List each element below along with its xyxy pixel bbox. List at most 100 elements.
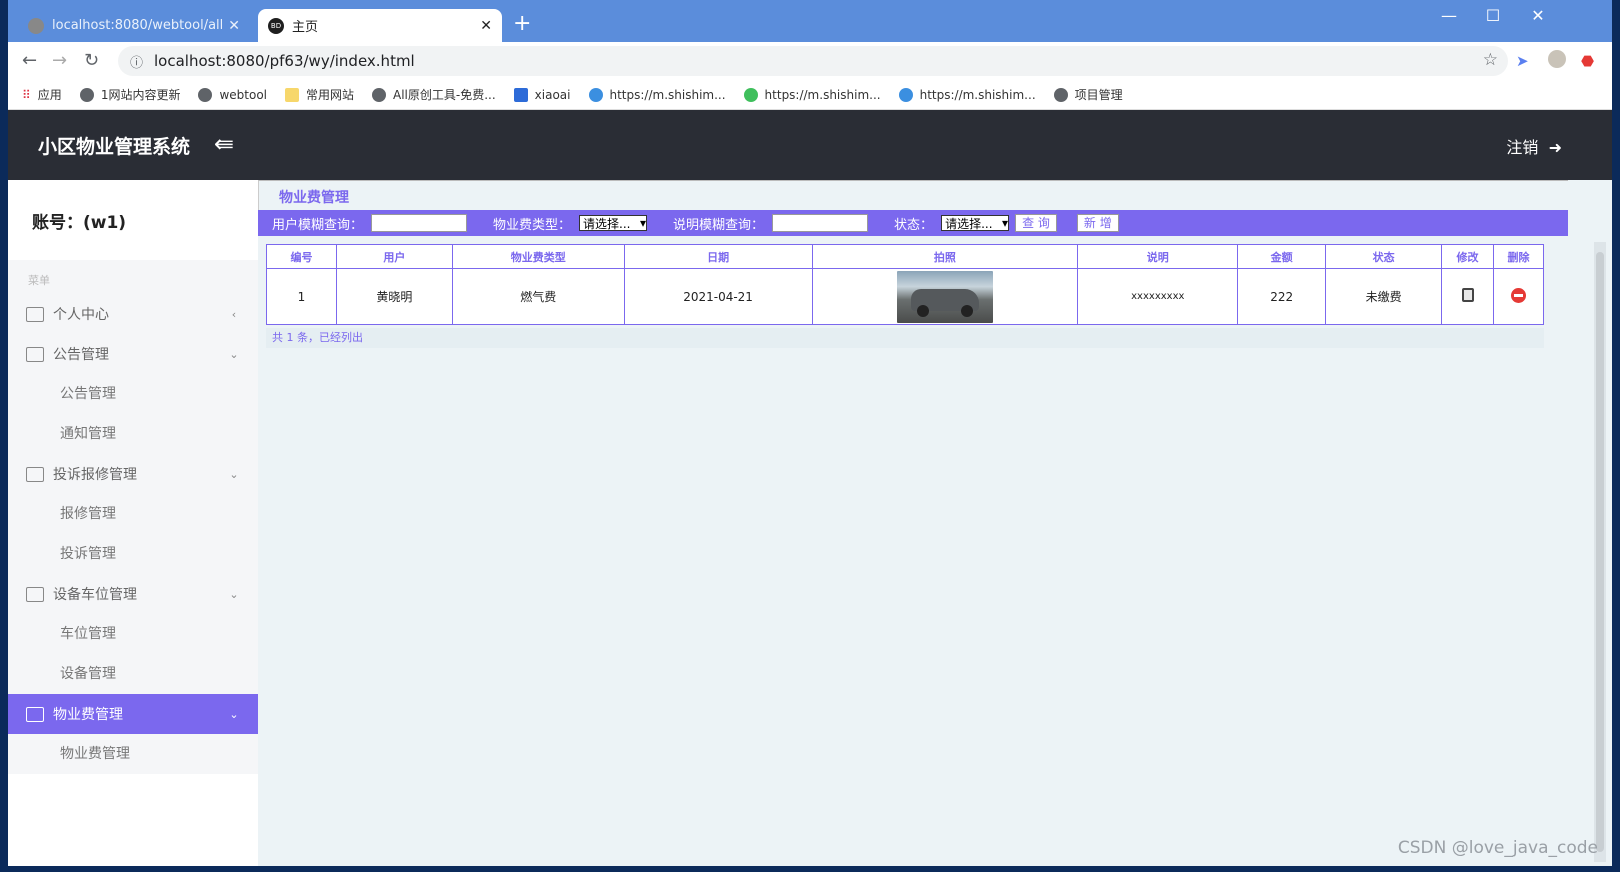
bookmark-item[interactable]: https://m.shishim... bbox=[588, 87, 726, 102]
cell-status: 未缴费 bbox=[1325, 268, 1443, 325]
sidebar-subitem-device[interactable]: 设备管理 bbox=[8, 654, 258, 694]
bookmark-item[interactable]: xiaoai bbox=[513, 87, 571, 102]
sidebar-item-label: 公告管理 bbox=[53, 347, 109, 363]
bookmark-label: https://m.shishim... bbox=[609, 87, 726, 102]
bookmark-star-icon[interactable]: ☆ bbox=[1483, 50, 1498, 70]
new-tab-button[interactable]: + bbox=[513, 11, 531, 36]
bookmark-item[interactable]: https://m.shishim... bbox=[898, 87, 1036, 102]
app-header: 小区物业管理系统 ⇚ 注销 ➜ bbox=[8, 110, 1612, 180]
sidebar-subitem-notice[interactable]: 公告管理 bbox=[8, 374, 258, 414]
chevron-down-icon: ⌄ bbox=[229, 347, 239, 361]
tab-label: localhost:8080/webtool/all/in bbox=[52, 18, 223, 33]
adblock-icon[interactable]: ⬣ bbox=[1581, 52, 1594, 70]
status-filter-label: 状态： bbox=[894, 217, 934, 233]
account-label: 账号：(w1) bbox=[32, 213, 127, 233]
sidebar-item-complaint-repair[interactable]: 投诉报修管理 ⌄ bbox=[8, 454, 258, 494]
url-bar[interactable]: ⓘ localhost:8080/pf63/wy/index.html ☆ bbox=[118, 46, 1508, 76]
cell-photo bbox=[811, 268, 1079, 325]
extension-icon[interactable]: ➤ bbox=[1516, 52, 1529, 70]
menu-caption: 菜单 bbox=[28, 274, 50, 287]
edit-icon[interactable] bbox=[1461, 288, 1474, 302]
dropdown-arrow-icon: ▾ bbox=[1002, 216, 1009, 230]
app-title: 小区物业管理系统 bbox=[38, 136, 191, 158]
col-delete: 删除 bbox=[1492, 244, 1545, 269]
add-button[interactable]: 新 增 bbox=[1076, 214, 1119, 232]
c-icon bbox=[898, 87, 913, 102]
sidebar-subitem-repair[interactable]: 报修管理 bbox=[8, 494, 258, 534]
scrollbar-thumb[interactable] bbox=[1596, 252, 1604, 852]
sidebar: 账号：(w1) 菜单 个人中心 ‹ 公告管理 ⌄ 公告管理 通知管理 投诉报修管… bbox=[8, 180, 258, 866]
bookmark-folder[interactable]: 常用网站 bbox=[285, 86, 354, 103]
fee-type-select[interactable]: 请选择... ▾ bbox=[579, 215, 648, 231]
menu-toggle-icon[interactable]: ⇚ bbox=[214, 130, 234, 158]
bookmark-label: All原创工具-免费... bbox=[393, 88, 496, 102]
forward-icon[interactable]: → bbox=[52, 50, 67, 71]
query-button[interactable]: 查 询 bbox=[1015, 214, 1057, 232]
bookmark-item[interactable]: 1网站内容更新 bbox=[79, 86, 181, 103]
sidebar-item-property-fee[interactable]: 物业费管理 ⌄ bbox=[8, 694, 258, 734]
maximize-button[interactable]: ☐ bbox=[1478, 6, 1508, 25]
sidebar-item-device-parking[interactable]: 设备车位管理 ⌄ bbox=[8, 574, 258, 614]
sidebar-item-label: 设备车位管理 bbox=[53, 587, 137, 603]
close-window-button[interactable]: ✕ bbox=[1523, 6, 1553, 25]
fee-type-value: 请选择... bbox=[583, 216, 631, 231]
tab-webtool[interactable]: localhost:8080/webtool/all/in ✕ bbox=[18, 9, 250, 42]
sidebar-subitem-notification[interactable]: 通知管理 bbox=[8, 414, 258, 454]
cell-desc: xxxxxxxxx bbox=[1077, 268, 1239, 325]
globe-icon bbox=[1053, 87, 1068, 102]
logout-label: 注销 bbox=[1506, 138, 1539, 157]
cell-date: 2021-04-21 bbox=[623, 268, 813, 325]
sidebar-item-personal-center[interactable]: 个人中心 ‹ bbox=[8, 294, 258, 334]
delete-icon[interactable] bbox=[1510, 287, 1526, 303]
browser-window: localhost:8080/webtool/all/in ✕ BD 主页 ✕ … bbox=[8, 0, 1612, 866]
bookmark-item[interactable]: All原创工具-免费... bbox=[372, 86, 496, 103]
status-select[interactable]: 请选择... ▾ bbox=[941, 215, 1010, 231]
apps-icon: ⠿ bbox=[22, 87, 31, 102]
cell-id: 1 bbox=[266, 268, 337, 325]
cell-delete bbox=[1492, 268, 1545, 325]
car-photo[interactable] bbox=[896, 270, 993, 323]
tab-strip: localhost:8080/webtool/all/in ✕ BD 主页 ✕ … bbox=[8, 0, 1612, 42]
back-icon[interactable]: ← bbox=[22, 50, 37, 71]
bookmark-item[interactable]: https://m.shishim... bbox=[743, 87, 881, 102]
sidebar-subitem-complaint[interactable]: 投诉管理 bbox=[8, 534, 258, 574]
close-tab-icon[interactable]: ✕ bbox=[480, 18, 492, 34]
chevron-left-icon: ‹ bbox=[231, 307, 237, 321]
chevron-down-icon: ⌄ bbox=[229, 587, 239, 601]
sidebar-subitem-parking[interactable]: 车位管理 bbox=[8, 614, 258, 654]
sidebar-subitem-property-fee[interactable]: 物业费管理 bbox=[8, 734, 258, 774]
bookmark-label: webtool bbox=[219, 87, 267, 102]
minimize-button[interactable]: — bbox=[1434, 6, 1464, 25]
table-row: 1 黄晓明 燃气费 2021-04-21 xxxxxxxxx 222 未缴费 bbox=[266, 268, 1545, 325]
fee-table: 编号 用户 物业费类型 日期 拍照 说明 金额 状态 修改 删除 1 黄晓明 燃… bbox=[266, 244, 1545, 325]
page-title-bar: 物业费管理 bbox=[258, 180, 1568, 210]
fee-type-label: 物业费类型： bbox=[493, 217, 572, 233]
globe-icon bbox=[198, 87, 213, 102]
reload-icon[interactable]: ↻ bbox=[84, 50, 99, 71]
avatar[interactable] bbox=[1548, 50, 1566, 68]
globe-icon bbox=[79, 87, 94, 102]
globe-icon bbox=[372, 87, 387, 102]
p-icon bbox=[513, 87, 528, 102]
tab-home[interactable]: BD 主页 ✕ bbox=[258, 9, 502, 42]
info-icon[interactable]: ⓘ bbox=[130, 52, 143, 71]
bookmark-item[interactable]: webtool bbox=[198, 87, 267, 102]
sidebar-item-notice-management[interactable]: 公告管理 ⌄ bbox=[8, 334, 258, 374]
close-tab-icon[interactable]: ✕ bbox=[228, 18, 240, 34]
bookmark-label: 1网站内容更新 bbox=[100, 88, 181, 102]
bookmark-apps[interactable]: ⠿ 应用 bbox=[22, 86, 62, 103]
content-scrollbar[interactable] bbox=[1594, 242, 1606, 862]
user-search-input[interactable] bbox=[371, 214, 468, 232]
col-desc: 说明 bbox=[1077, 244, 1239, 269]
bookmark-item[interactable]: 项目管理 bbox=[1053, 86, 1123, 103]
bookmarks-bar: ⠿ 应用 1网站内容更新 webtool 常用网站 All原创工具-免费... x… bbox=[8, 80, 1612, 110]
table-summary: 共 1 条，已经列出 bbox=[266, 328, 1544, 348]
desc-filter-label: 说明模糊查询： bbox=[673, 217, 765, 233]
bookmark-label: xiaoai bbox=[534, 87, 571, 102]
window-icon bbox=[26, 346, 44, 362]
url-text[interactable]: localhost:8080/pf63/wy/index.html bbox=[154, 52, 415, 70]
logout-button[interactable]: 注销 ➜ bbox=[1506, 134, 1562, 158]
desc-search-input[interactable] bbox=[772, 214, 869, 232]
filter-bar: 用户模糊查询： 物业费类型： 请选择... ▾ 说明模糊查询： 状态： 请选择..… bbox=[258, 210, 1568, 236]
cell-amount: 222 bbox=[1237, 268, 1327, 325]
